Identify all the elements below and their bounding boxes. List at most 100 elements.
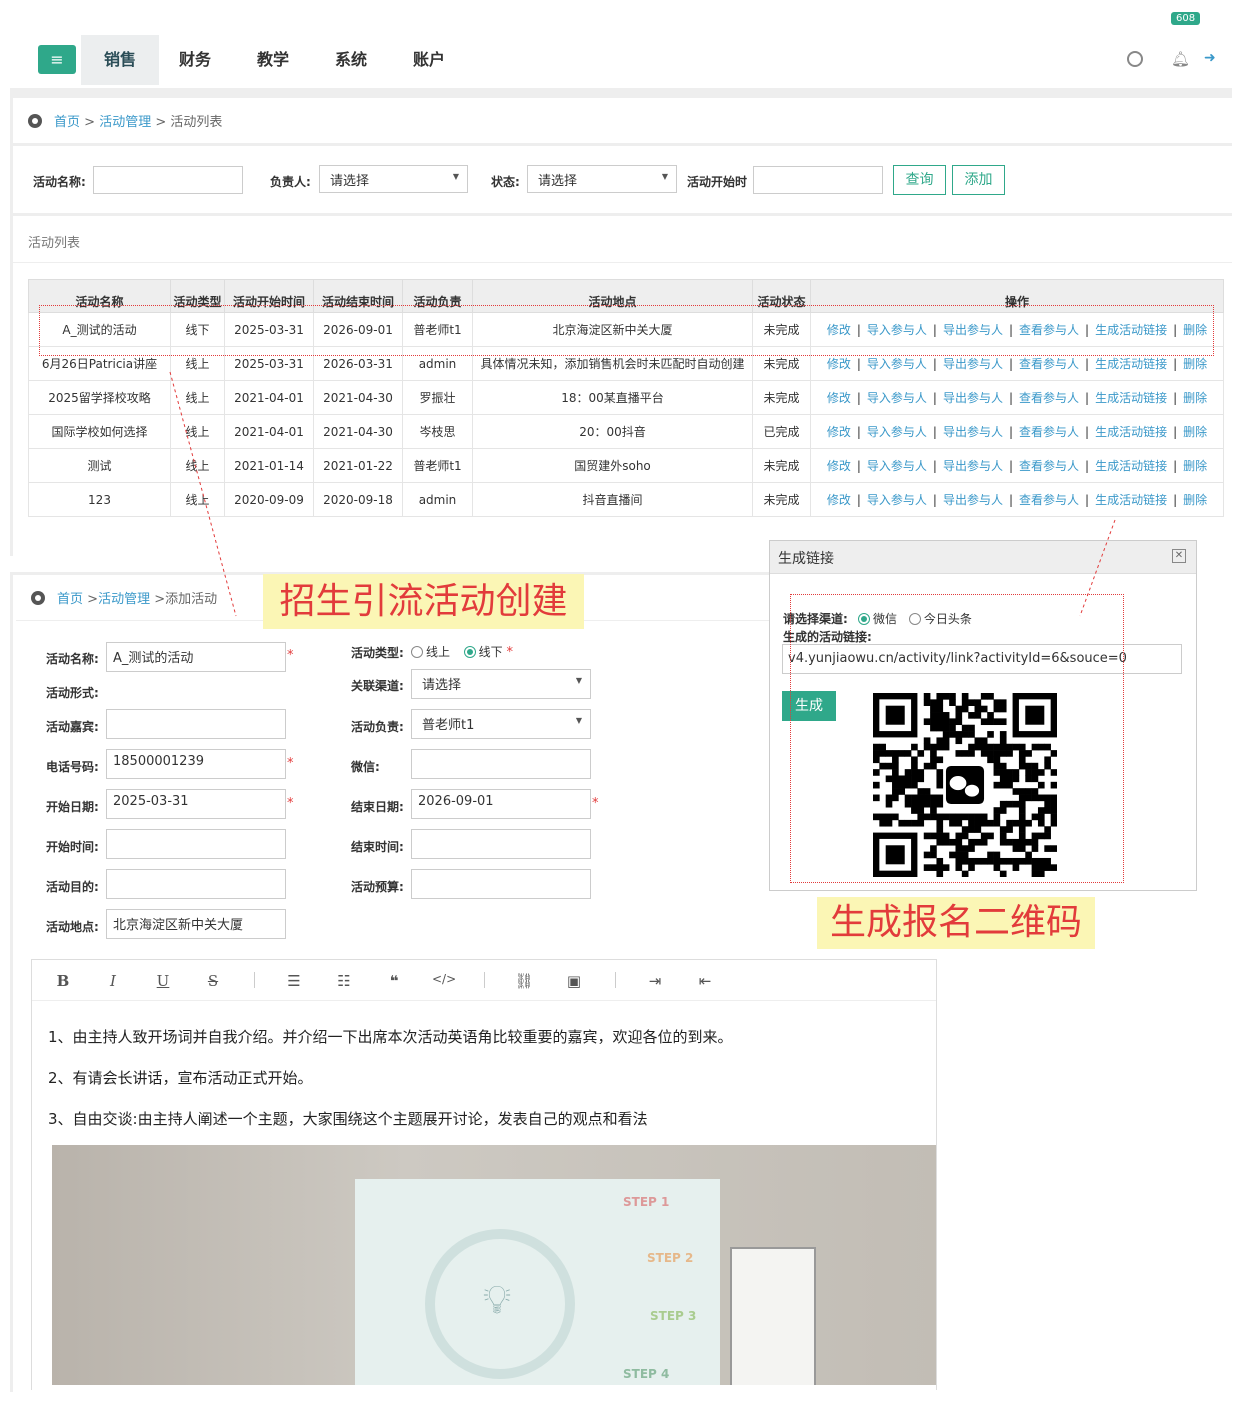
outdent-icon[interactable]: ⇤ <box>693 972 717 990</box>
action-link[interactable]: 导入参与人 <box>867 459 927 473</box>
phone-input[interactable]: 18500001239 <box>106 749 286 779</box>
end-time-label: 结束时间: <box>351 840 404 854</box>
action-link[interactable]: 导入参与人 <box>867 357 927 371</box>
name-label: 活动名称: <box>46 652 99 666</box>
underline-icon[interactable]: U <box>151 972 175 990</box>
table-cell: 线上 <box>170 482 225 517</box>
filter-start-input[interactable] <box>753 166 883 194</box>
bell-icon[interactable]: 🔔︎ <box>1171 50 1190 68</box>
action-link[interactable]: 生成活动链接 <box>1095 425 1167 439</box>
owner-select[interactable]: 普老师t1 <box>411 709 591 739</box>
breadcrumb-section[interactable]: 活动管理 <box>99 115 151 130</box>
action-link[interactable]: 导出参与人 <box>943 493 1003 507</box>
strikethrough-icon[interactable]: S <box>201 972 225 990</box>
rich-text-editor[interactable]: B I U S ☰ ☷ ❝ </> ⛓ ▣ ⇥ ⇤ 1、由主持人致开场词并自我介… <box>31 959 937 1390</box>
editor-line: 2、有请会长讲话，宣布活动正式开始。 <box>48 1069 313 1087</box>
action-link[interactable]: 生成活动链接 <box>1095 391 1167 405</box>
offline-radio[interactable] <box>463 646 476 658</box>
action-link[interactable]: 导出参与人 <box>943 425 1003 439</box>
top-nav: ≡ 销售 财务 教学 系统 账户 <box>10 30 1232 88</box>
link-icon[interactable]: ⛓ <box>512 972 536 990</box>
nav-tab-sales[interactable]: 销售 <box>81 35 159 85</box>
action-link[interactable]: 删除 <box>1183 391 1207 405</box>
action-link[interactable]: 删除 <box>1183 493 1207 507</box>
logout-icon[interactable]: ➜ <box>1204 50 1216 66</box>
breadcrumb-home[interactable]: 首页 <box>57 592 83 607</box>
action-link[interactable]: 生成活动链接 <box>1095 357 1167 371</box>
action-link[interactable]: 删除 <box>1183 425 1207 439</box>
action-link[interactable]: 导出参与人 <box>943 357 1003 371</box>
action-link[interactable]: 修改 <box>827 357 851 371</box>
end-time-input[interactable] <box>411 829 591 859</box>
table-cell: 已完成 <box>752 414 811 449</box>
start-date-input[interactable]: 2025-03-31 <box>106 789 286 819</box>
bullet-list-icon[interactable]: ☷ <box>332 972 356 990</box>
nav-tab-account[interactable]: 账户 <box>399 35 459 85</box>
help-icon[interactable] <box>1127 51 1143 67</box>
action-link[interactable]: 查看参与人 <box>1019 425 1079 439</box>
image-icon[interactable]: ▣ <box>562 972 586 990</box>
filter-owner-select[interactable]: 请选择 <box>319 165 468 193</box>
action-link[interactable]: 查看参与人 <box>1019 493 1079 507</box>
filter-name-label: 活动名称: <box>33 175 86 189</box>
action-link[interactable]: 修改 <box>827 425 851 439</box>
action-link[interactable]: 修改 <box>827 493 851 507</box>
offline-label: 线下 <box>478 645 503 659</box>
name-input[interactable]: A_测试的活动 <box>106 642 286 672</box>
action-link[interactable]: 删除 <box>1183 459 1207 473</box>
ordered-list-icon[interactable]: ☰ <box>282 972 306 990</box>
nav-tab-teaching[interactable]: 教学 <box>243 35 303 85</box>
slide-step: STEP 1 <box>623 1195 670 1209</box>
query-button[interactable]: 查询 <box>893 165 946 195</box>
action-link[interactable]: 查看参与人 <box>1019 459 1079 473</box>
action-link[interactable]: 修改 <box>827 459 851 473</box>
guest-input[interactable] <box>106 709 286 739</box>
nav-tab-finance[interactable]: 财务 <box>165 35 225 85</box>
wechat-input[interactable] <box>411 749 591 779</box>
purpose-input[interactable] <box>106 869 286 899</box>
breadcrumb-home[interactable]: 首页 <box>54 115 80 130</box>
action-separator: | <box>932 357 937 371</box>
action-link[interactable]: 修改 <box>827 391 851 405</box>
menu-toggle-button[interactable]: ≡ <box>38 45 76 74</box>
table-cell: 普老师t1 <box>402 448 473 483</box>
channel-select[interactable]: 请选择 <box>411 669 591 699</box>
add-button[interactable]: 添加 <box>952 165 1005 195</box>
action-link[interactable]: 导入参与人 <box>867 425 927 439</box>
action-link[interactable]: 查看参与人 <box>1019 357 1079 371</box>
action-link[interactable]: 删除 <box>1183 357 1207 371</box>
location-input[interactable]: 北京海淀区新中关大厦 <box>106 909 286 939</box>
action-link[interactable]: 导出参与人 <box>943 391 1003 405</box>
type-label: 活动类型: <box>351 646 404 660</box>
owner-value: 普老师t1 <box>422 718 475 733</box>
table-cell: 岑枝思 <box>402 414 473 449</box>
online-radio[interactable] <box>411 646 423 658</box>
toolbar-divider <box>484 972 485 988</box>
indent-icon[interactable]: ⇥ <box>643 972 667 990</box>
table-cell: 国贸建外soho <box>472 448 753 483</box>
action-link[interactable]: 导入参与人 <box>867 493 927 507</box>
bold-icon[interactable]: B <box>51 972 75 990</box>
breadcrumb-section[interactable]: 活动管理 <box>98 592 150 607</box>
filter-status-select[interactable]: 请选择 <box>527 165 677 193</box>
start-time-input[interactable] <box>106 829 286 859</box>
end-date-input[interactable]: 2026-09-01 <box>411 789 591 819</box>
code-icon[interactable]: </> <box>432 972 456 986</box>
action-link[interactable]: 导出参与人 <box>943 459 1003 473</box>
filter-name-input[interactable] <box>93 166 243 194</box>
quote-icon[interactable]: ❝ <box>382 972 406 990</box>
table-cell: 测试 <box>28 448 171 483</box>
budget-label: 活动预算: <box>351 880 404 894</box>
action-link[interactable]: 查看参与人 <box>1019 391 1079 405</box>
action-separator: | <box>856 425 861 439</box>
budget-input[interactable] <box>411 869 591 899</box>
action-link[interactable]: 导入参与人 <box>867 391 927 405</box>
italic-icon[interactable]: I <box>101 972 125 990</box>
close-icon[interactable]: ✕ <box>1172 549 1186 563</box>
action-link[interactable]: 生成活动链接 <box>1095 459 1167 473</box>
qr-caption: 生成报名二维码 <box>817 897 1095 949</box>
flip-chart <box>730 1247 816 1385</box>
filter-status-value: 请选择 <box>538 174 578 189</box>
nav-tab-system[interactable]: 系统 <box>321 35 381 85</box>
action-link[interactable]: 生成活动链接 <box>1095 493 1167 507</box>
